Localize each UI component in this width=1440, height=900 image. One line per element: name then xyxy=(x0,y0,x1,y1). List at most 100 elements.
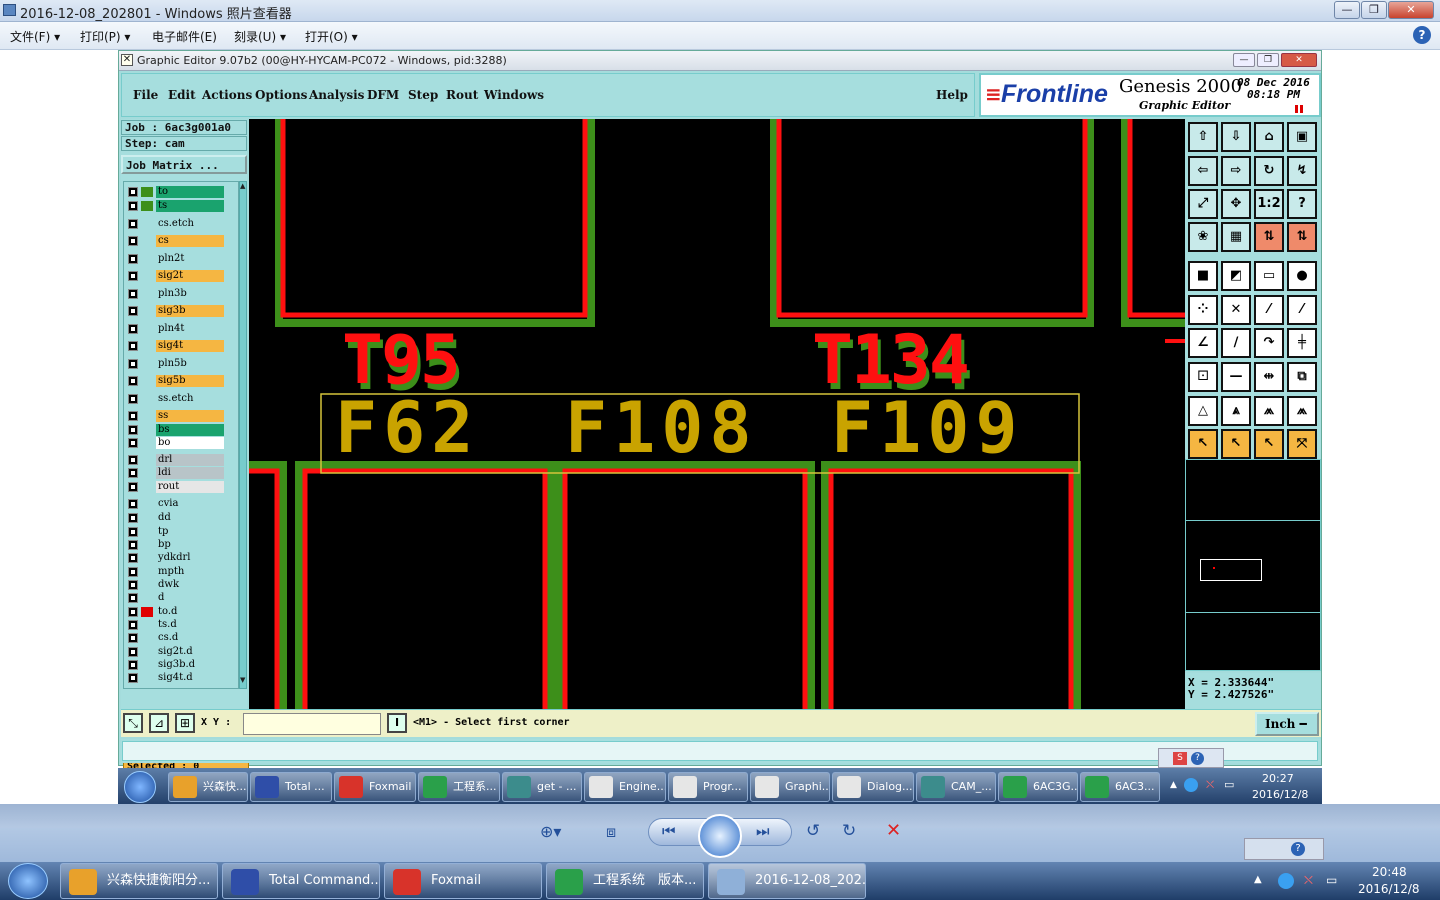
layer-checkbox[interactable] xyxy=(128,593,138,603)
layer-checkbox[interactable] xyxy=(128,394,138,404)
layer-checkbox[interactable] xyxy=(128,359,138,369)
layer-row[interactable]: bo xyxy=(126,437,224,449)
layer-label[interactable]: cs xyxy=(156,235,224,247)
taskbar-button[interactable]: Total Command... xyxy=(222,863,380,899)
layer-row[interactable]: sig3b.d xyxy=(126,659,224,671)
help-icon[interactable]: ? xyxy=(1291,842,1305,856)
layer-color-swatch[interactable] xyxy=(141,620,153,630)
delete-icon[interactable]: ✕ xyxy=(886,820,901,841)
layer-color-swatch[interactable] xyxy=(141,647,153,657)
layer-color-swatch[interactable] xyxy=(141,359,153,369)
layer-row[interactable]: sig2t xyxy=(126,270,224,282)
layer-color-swatch[interactable] xyxy=(141,468,153,478)
close-button[interactable]: ✕ xyxy=(1388,1,1434,19)
grid-icon[interactable]: ⊞ xyxy=(175,713,195,733)
tray-expand-icon[interactable]: ▲ xyxy=(1254,874,1262,885)
scroll-down-icon[interactable]: ▼ xyxy=(240,676,246,686)
layer-checkbox[interactable] xyxy=(128,324,138,334)
layer-label[interactable]: to.d xyxy=(156,606,224,618)
graphics-canvas[interactable]: T95 T134 F62 F108 F109 xyxy=(249,119,1185,709)
menu-help[interactable]: Help xyxy=(936,88,968,102)
layer-checkbox[interactable] xyxy=(128,673,138,683)
measure-icon[interactable]: ⊿ xyxy=(149,713,169,733)
layer-row[interactable]: pln2t xyxy=(126,253,224,265)
layer-color-swatch[interactable] xyxy=(141,438,153,448)
layer-row[interactable]: rout xyxy=(126,481,224,493)
redraw-icon[interactable]: ↻ xyxy=(1254,156,1284,186)
layer-row[interactable]: cvia xyxy=(126,498,224,510)
layer-color-swatch[interactable] xyxy=(141,553,153,563)
outer-language-bar[interactable]: ? xyxy=(1244,838,1324,860)
layer-label[interactable]: ldi xyxy=(156,467,224,479)
route-icon[interactable]: ⤧ xyxy=(1287,429,1317,459)
network-icon[interactable]: ⛌ xyxy=(1206,778,1214,792)
polygon-icon[interactable]: ⩓ xyxy=(1221,396,1251,426)
menu-dfm[interactable]: DFM xyxy=(367,88,399,102)
menu-burn[interactable]: 刻录(U) ▾ xyxy=(234,28,286,45)
zoom-icon[interactable]: ⊕▾ xyxy=(540,822,561,841)
taskbar-button[interactable]: Total ... xyxy=(250,772,332,802)
layer-checkbox[interactable] xyxy=(128,567,138,577)
layer-checkbox[interactable] xyxy=(128,607,138,617)
layer-row[interactable]: sig4t.d xyxy=(126,672,224,684)
home-icon[interactable]: ⌂ xyxy=(1254,122,1284,152)
layer-checkbox[interactable] xyxy=(128,271,138,281)
layer-label[interactable]: pln3b xyxy=(156,288,224,300)
maximize-button[interactable]: ❐ xyxy=(1361,1,1387,19)
layer-color-swatch[interactable] xyxy=(141,540,153,550)
layer-row[interactable]: mpth xyxy=(126,566,224,578)
taskbar-button[interactable]: 2016-12-08_202... xyxy=(708,863,866,899)
menu-rout[interactable]: Rout xyxy=(446,88,478,102)
layer-color-swatch[interactable] xyxy=(141,527,153,537)
layer-row[interactable]: bp xyxy=(126,539,224,551)
taskbar-button[interactable]: Foxmail xyxy=(334,772,416,802)
layer-row[interactable]: drl xyxy=(126,454,224,466)
pause-icon[interactable] xyxy=(1295,105,1303,113)
layer-checkbox[interactable] xyxy=(128,482,138,492)
window-icon[interactable]: ▣ xyxy=(1287,122,1317,152)
layer-label[interactable]: ts.d xyxy=(156,619,224,631)
layer-checkbox[interactable] xyxy=(128,236,138,246)
layer-row[interactable]: to.d xyxy=(126,606,224,618)
taskbar-button[interactable]: Foxmail xyxy=(384,863,542,899)
layer-label[interactable]: sig4t.d xyxy=(156,672,224,684)
layer-checkbox[interactable] xyxy=(128,660,138,670)
cross-icon[interactable]: ✕ xyxy=(1221,295,1251,325)
layer-label[interactable]: bo xyxy=(156,437,224,449)
layer-color-swatch[interactable] xyxy=(141,187,153,197)
layer-color-swatch[interactable] xyxy=(141,201,153,211)
layer-checkbox[interactable] xyxy=(128,455,138,465)
layer-color-swatch[interactable] xyxy=(141,271,153,281)
layer-checkbox[interactable] xyxy=(128,438,138,448)
app-close-button[interactable]: ✕ xyxy=(1281,53,1317,67)
layer-label[interactable]: ss.etch xyxy=(156,393,224,405)
app-restore-button[interactable]: ❐ xyxy=(1257,53,1279,67)
line-icon[interactable]: ⁄ xyxy=(1254,295,1284,325)
layer-label[interactable]: sig5b xyxy=(156,375,224,387)
overview-viewport[interactable] xyxy=(1200,559,1262,581)
layer-row[interactable]: ldi xyxy=(126,467,224,479)
layer-row[interactable]: pln3b xyxy=(126,288,224,300)
layer-label[interactable]: drl xyxy=(156,454,224,466)
rotate-left-icon[interactable]: ↺ xyxy=(806,821,820,841)
app-minimize-button[interactable]: — xyxy=(1233,53,1255,67)
layer-row[interactable]: ss xyxy=(126,410,224,422)
layer-row[interactable]: pln4t xyxy=(126,323,224,335)
arc-icon[interactable]: ↷ xyxy=(1254,328,1284,358)
taskbar-button[interactable]: 6AC3G... xyxy=(998,772,1078,802)
layer-color-swatch[interactable] xyxy=(141,376,153,386)
triangle-icon[interactable]: △ xyxy=(1188,396,1218,426)
layer-color-swatch[interactable] xyxy=(141,324,153,334)
layer-checkbox[interactable] xyxy=(128,306,138,316)
layer-checkbox[interactable] xyxy=(128,187,138,197)
layer-label[interactable]: sig2t.d xyxy=(156,646,224,658)
layer-label[interactable]: dd xyxy=(156,512,224,524)
layer-color-swatch[interactable] xyxy=(141,411,153,421)
layer-scrollbar[interactable]: ▲ ▼ xyxy=(239,181,247,689)
help-icon[interactable]: ? xyxy=(1191,752,1204,765)
layer-label[interactable]: to xyxy=(156,186,224,198)
polygon-icon[interactable]: ⩕ xyxy=(1287,396,1317,426)
taskbar-button[interactable]: Progr... xyxy=(668,772,748,802)
layer-row[interactable]: cs.etch xyxy=(126,218,224,230)
layer-label[interactable]: bs xyxy=(156,424,224,436)
